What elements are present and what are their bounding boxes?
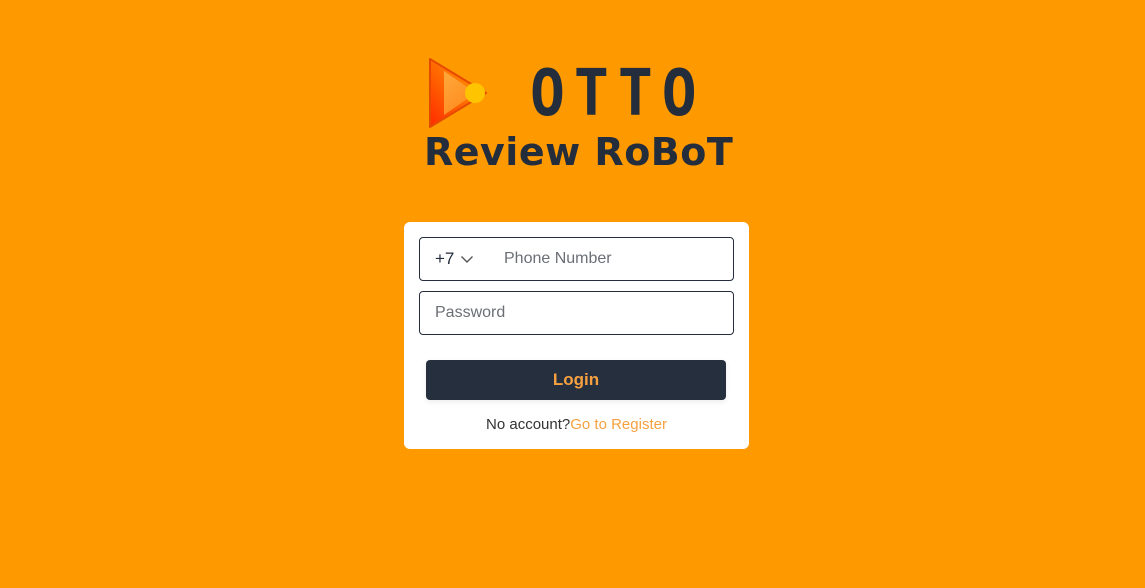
register-link[interactable]: Go to Register [570,416,667,433]
register-prompt: No account?Go to Register [404,416,749,433]
login-card: +7 Login No account?Go to Register [404,222,749,449]
brand-name: OTTO [530,55,706,131]
brand-subtitle: Review RoBoT [424,130,734,174]
no-account-text: No account? [486,416,571,433]
app-logo: OTTO Review RoBoT [424,55,734,175]
country-code-select[interactable]: +7 [420,249,504,269]
country-code-value: +7 [435,249,455,268]
play-icon [429,58,487,128]
password-field [419,291,734,335]
phone-field: +7 [419,237,734,281]
phone-input[interactable] [504,238,733,280]
login-button[interactable]: Login [426,360,726,400]
password-input[interactable] [420,292,733,334]
chevron-down-icon [461,256,474,263]
